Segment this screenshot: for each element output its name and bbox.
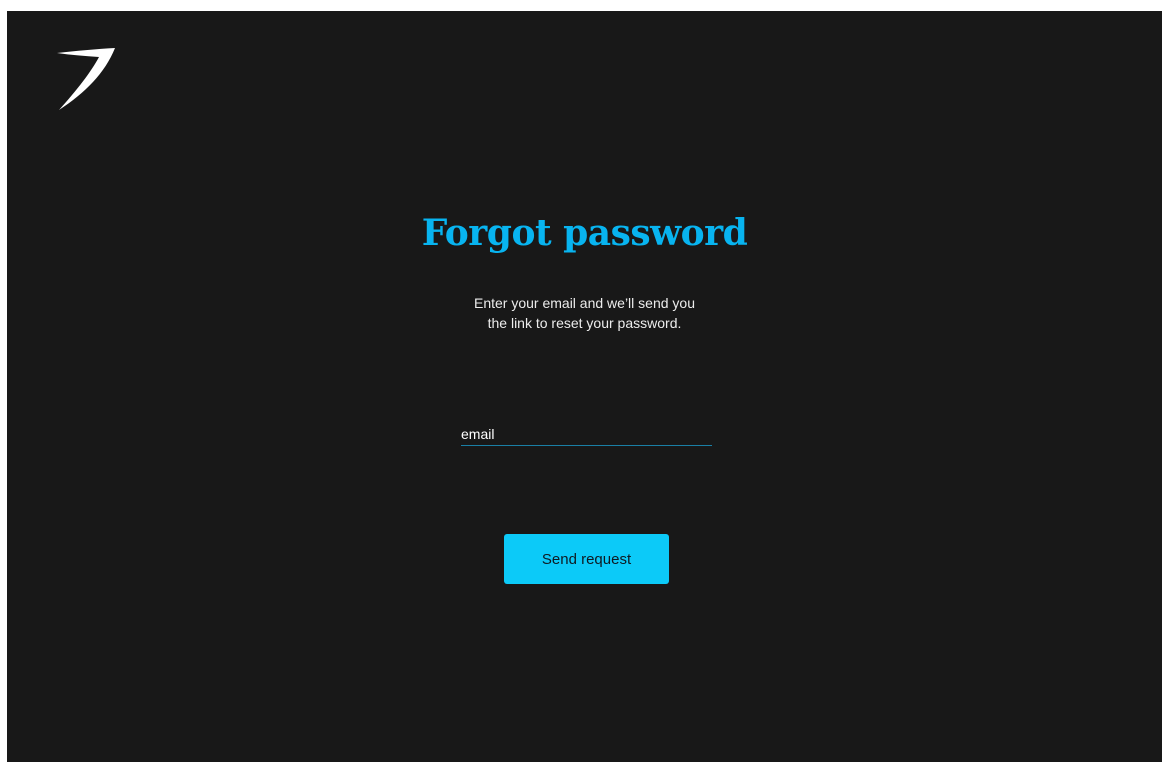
page-title: Forgot password bbox=[421, 212, 748, 254]
swoosh-logo-icon bbox=[57, 48, 115, 110]
send-request-button[interactable]: Send request bbox=[504, 534, 669, 584]
instructions-line-1: Enter your email and we’ll send you bbox=[473, 295, 695, 311]
instructions-line-2: the link to reset your password. bbox=[487, 315, 682, 331]
forgot-password-screen: Forgot password Enter your email and we’… bbox=[7, 11, 1162, 762]
instructions-text: Enter your email and we’ll send you the … bbox=[7, 293, 1162, 333]
email-field[interactable] bbox=[461, 423, 712, 446]
